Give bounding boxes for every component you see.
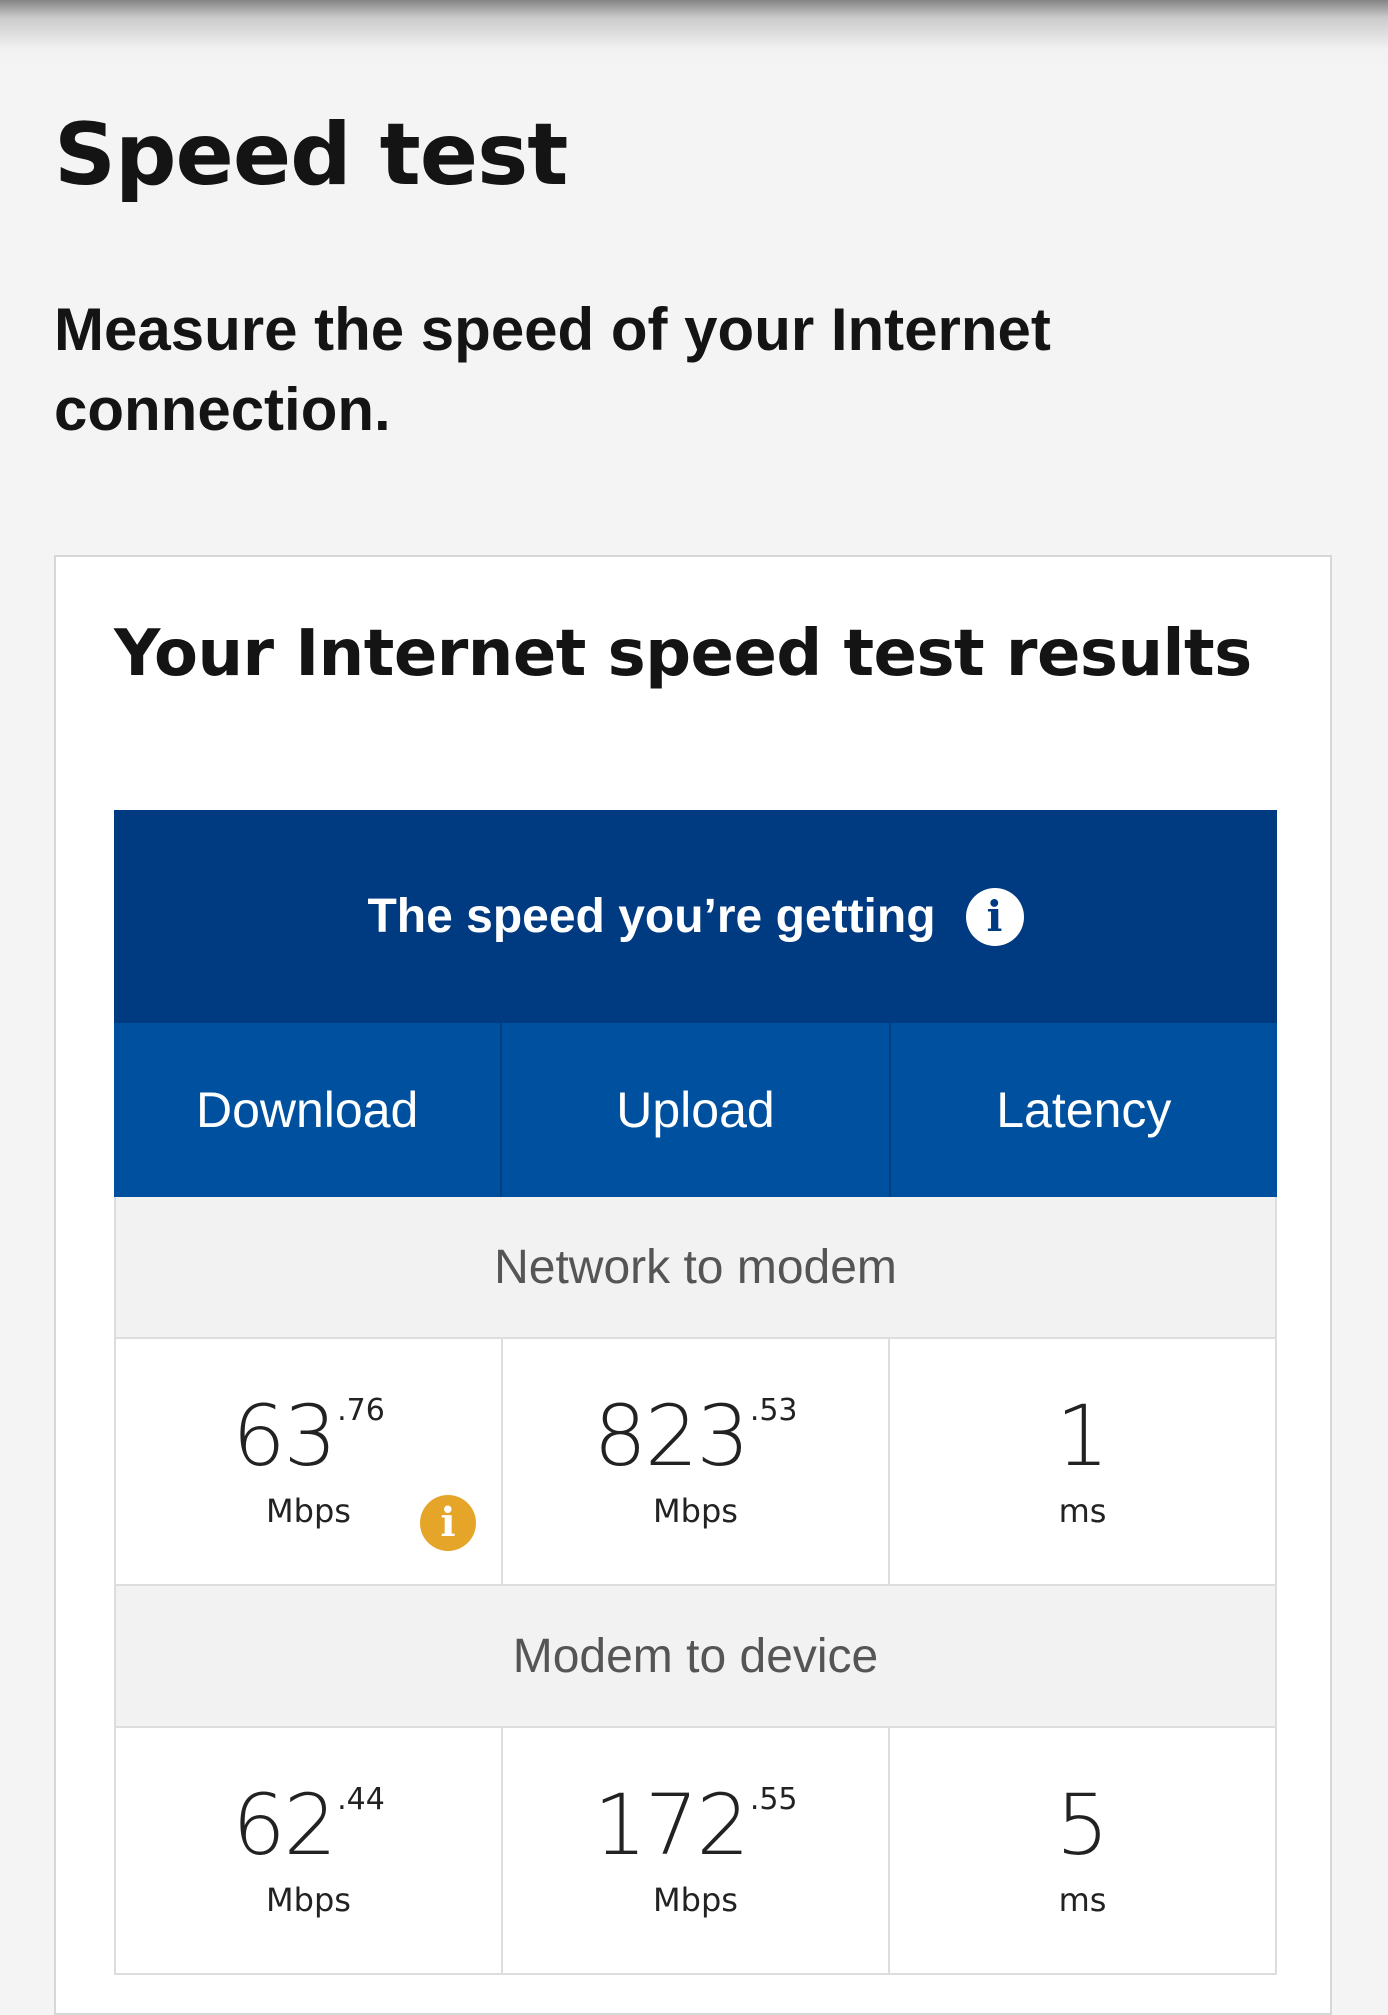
values-row-modem-to-device: 62 .44 Mbps 172 .55 Mbps 5 ms [114, 1728, 1277, 1975]
value-unit: ms [1058, 1880, 1107, 1919]
value-decimal: .76 [337, 1392, 385, 1428]
download-value-cell: 63 .76 Mbps i [116, 1339, 503, 1584]
column-header-upload: Upload [502, 1023, 891, 1197]
value-integer: 172 [593, 1775, 749, 1874]
value-unit: Mbps [266, 1491, 351, 1530]
section-label-modem-to-device: Modem to device [114, 1586, 1277, 1728]
value-integer: 1 [1055, 1386, 1109, 1485]
results-table: The speed you’re getting i Download Uplo… [114, 810, 1277, 1975]
upload-value-cell: 172 .55 Mbps [503, 1728, 890, 1973]
results-card-title: Your Internet speed test results [114, 617, 1252, 691]
value-decimal: .53 [749, 1392, 798, 1428]
page-title: Speed test [54, 105, 568, 205]
download-value: 63 .76 [232, 1386, 385, 1485]
value-integer: 62 [232, 1775, 337, 1874]
results-card: Your Internet speed test results The spe… [54, 555, 1332, 2015]
upload-value-cell: 823 .53 Mbps [503, 1339, 890, 1584]
latency-value-cell: 1 ms [890, 1339, 1277, 1584]
value-unit: ms [1058, 1491, 1107, 1530]
warning-info-icon[interactable]: i [420, 1495, 476, 1551]
status-bar-shadow [0, 0, 1388, 70]
info-icon[interactable]: i [965, 887, 1024, 946]
latency-value: 1 [1056, 1394, 1109, 1478]
values-row-network-to-modem: 63 .76 Mbps i 823 .53 Mbps 1 ms [114, 1339, 1277, 1586]
upload-value: 823 .53 [593, 1386, 798, 1485]
value-unit: Mbps [266, 1880, 351, 1919]
latency-value-cell: 5 ms [890, 1728, 1277, 1973]
page-subtitle: Measure the speed of your Internet conne… [54, 296, 1051, 443]
value-integer: 823 [593, 1386, 749, 1485]
download-value-cell: 62 .44 Mbps [116, 1728, 503, 1973]
download-value: 62 .44 [232, 1775, 385, 1874]
value-unit: Mbps [653, 1491, 738, 1530]
latency-value: 5 [1056, 1783, 1109, 1867]
value-decimal: .55 [749, 1781, 798, 1817]
column-header-download: Download [114, 1023, 503, 1197]
section-label-network-to-modem: Network to modem [114, 1197, 1277, 1339]
speed-banner-label: The speed you’re getting [367, 890, 936, 943]
column-header-latency: Latency [996, 1082, 1172, 1138]
value-integer: 63 [232, 1386, 337, 1485]
value-decimal: .44 [337, 1781, 385, 1817]
speed-banner: The speed you’re getting i [114, 810, 1277, 1023]
value-unit: Mbps [653, 1880, 738, 1919]
column-headers: Download Upload Latency [114, 1023, 1277, 1197]
value-integer: 5 [1055, 1775, 1109, 1874]
upload-value: 172 .55 [593, 1775, 798, 1874]
